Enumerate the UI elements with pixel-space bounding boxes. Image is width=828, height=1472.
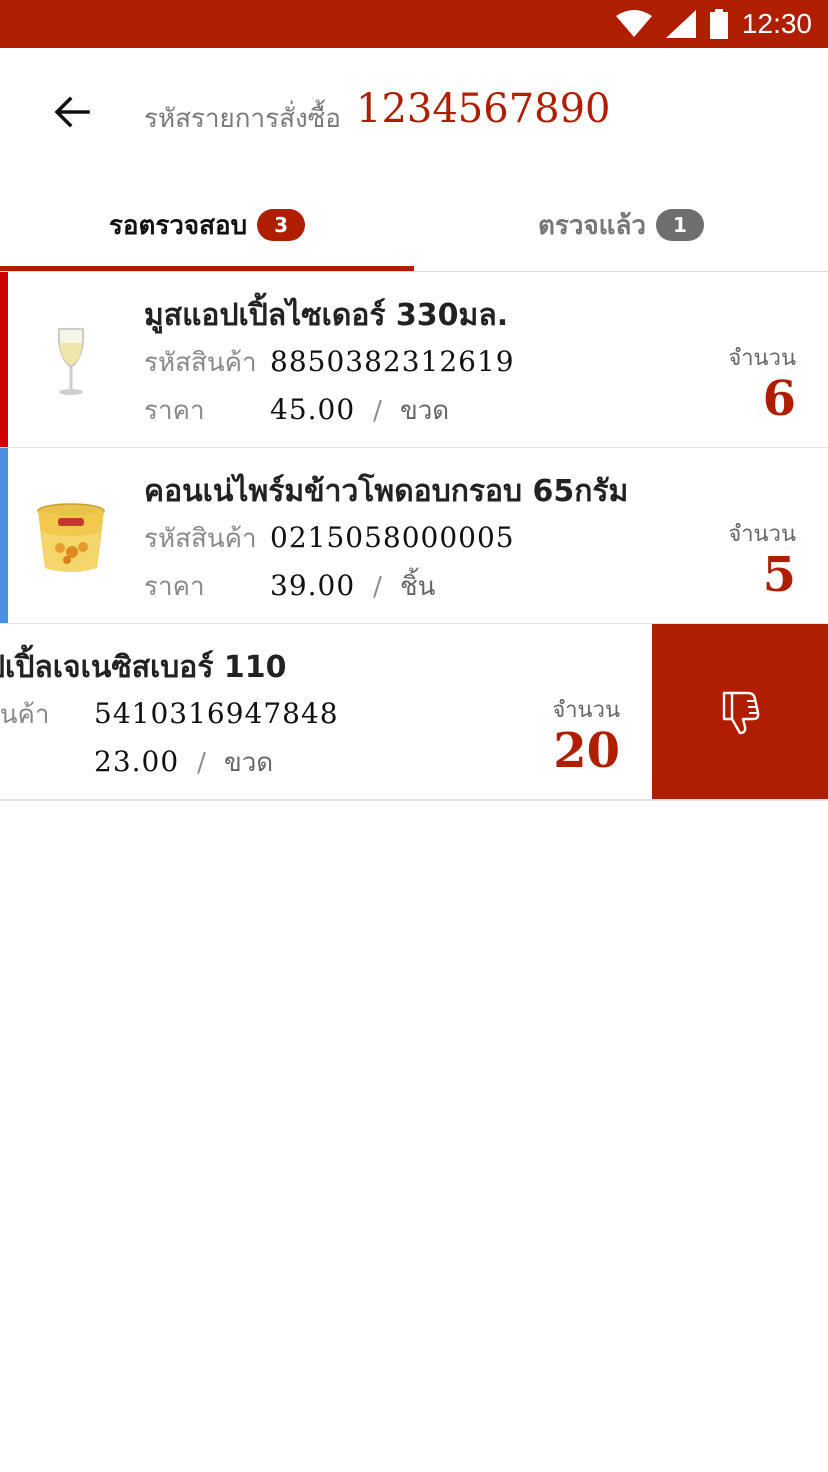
quantity-block: จำนวน 5: [728, 520, 796, 600]
quantity-block: จำนวน 6: [728, 344, 796, 424]
product-name: คอนเน่ไพร์มข้าวโพดอบกรอบ 65กรัม: [144, 474, 629, 509]
price-value: 39.00: [270, 569, 356, 602]
price-label: ราคา: [144, 572, 205, 602]
quantity-label: จำนวน: [728, 346, 796, 371]
battery-icon: [709, 9, 728, 39]
row-accent: [0, 272, 8, 447]
quantity-block: จำนวน 20: [552, 696, 620, 776]
price-separator: /: [197, 748, 206, 778]
product-code-label: ัสสินค้า: [0, 700, 50, 730]
tab-checked-label: ตรวจแล้ว: [538, 210, 646, 241]
list-item[interactable]: คอนเน่ไพร์มข้าวโพดอบกรอบ 65กรัม รหัสสินค…: [0, 448, 828, 625]
wifi-icon: [615, 10, 652, 37]
price-label: ราคา: [144, 396, 205, 426]
product-name: มูสแอปเปิ้ลไซเดอร์ 330มล.: [144, 298, 509, 333]
product-code: 0215058000005: [270, 521, 515, 554]
product-code-label: รหัสสินค้า: [144, 524, 257, 554]
price-value: 23.00: [94, 745, 180, 778]
app-header: รหัสรายการสั่งซื้อ 1234567890: [0, 48, 828, 178]
wine-glass-icon: [58, 328, 84, 395]
product-code-line: ัสสินค้า 5410316947848: [0, 690, 608, 738]
quantity-label: จำนวน: [728, 522, 796, 547]
product-name: อปเปิ้ลเจเนซิสเบอร์ 110: [0, 650, 287, 685]
row-accent: [0, 448, 8, 623]
quantity-label: จำนวน: [552, 698, 620, 723]
quantity-value: 6: [762, 371, 796, 427]
item-info: มูสแอปเปิ้ลไซเดอร์ 330มล. รหัสสินค้า 885…: [144, 294, 808, 434]
thumbs-down-icon: [722, 691, 760, 734]
item-info: คอนเน่ไพร์มข้าวโพดอบกรอบ 65กรัม รหัสสินค…: [144, 470, 808, 610]
price-unit: ชิ้น: [399, 572, 436, 602]
reject-button[interactable]: [652, 624, 828, 799]
tab-checked[interactable]: ตรวจแล้ว 1: [414, 178, 828, 272]
tab-pending[interactable]: รอตรวจสอบ 3: [0, 178, 414, 272]
price-value: 45.00: [270, 393, 356, 426]
product-code: 8850382312619: [270, 345, 515, 378]
price-unit: ขวด: [223, 748, 274, 778]
tab-pending-badge: 3: [257, 209, 306, 241]
status-icons: 12:30: [615, 0, 812, 48]
snack-cup-icon: [37, 503, 105, 572]
list-item-swiped[interactable]: อปเปิ้ลเจเนซิสเบอร์ 110 ัสสินค้า 5410316…: [0, 624, 828, 801]
product-code-label: รหัสสินค้า: [144, 348, 257, 378]
order-label: รหัสรายการสั่งซื้อ: [144, 104, 341, 134]
tab-checked-badge: 1: [655, 209, 704, 241]
item-info: อปเปิ้ลเจเนซิสเบอร์ 110 ัสสินค้า 5410316…: [0, 646, 608, 786]
status-bar: 12:30: [0, 0, 828, 48]
order-number: 1234567890: [356, 86, 611, 132]
product-image: [30, 322, 112, 402]
product-code-line: รหัสสินค้า 8850382312619: [144, 338, 808, 386]
product-code-line: รหัสสินค้า 0215058000005: [144, 514, 808, 562]
back-button[interactable]: [44, 84, 100, 140]
price-line: คา 23.00 / ขวด: [0, 738, 608, 786]
price-line: ราคา 45.00 / ขวด: [144, 386, 808, 434]
product-code: 5410316947848: [94, 697, 339, 730]
price-separator: /: [373, 396, 382, 426]
price-separator: /: [373, 572, 382, 602]
tab-pending-label: รอตรวจสอบ: [108, 210, 248, 241]
arrow-back-icon: [54, 96, 90, 128]
quantity-value: 20: [553, 723, 620, 779]
product-image: [30, 498, 112, 578]
price-line: ราคา 39.00 / ชิ้น: [144, 562, 808, 610]
cell-signal-icon: [665, 10, 696, 38]
price-unit: ขวด: [399, 396, 450, 426]
price-label: คา: [0, 739, 94, 787]
tab-bar: รอตรวจสอบ 3 ตรวจแล้ว 1: [0, 178, 828, 272]
status-time: 12:30: [741, 8, 812, 39]
list-item[interactable]: มูสแอปเปิ้ลไซเดอร์ 330มล. รหัสสินค้า 885…: [0, 272, 828, 449]
quantity-value: 5: [762, 547, 796, 603]
